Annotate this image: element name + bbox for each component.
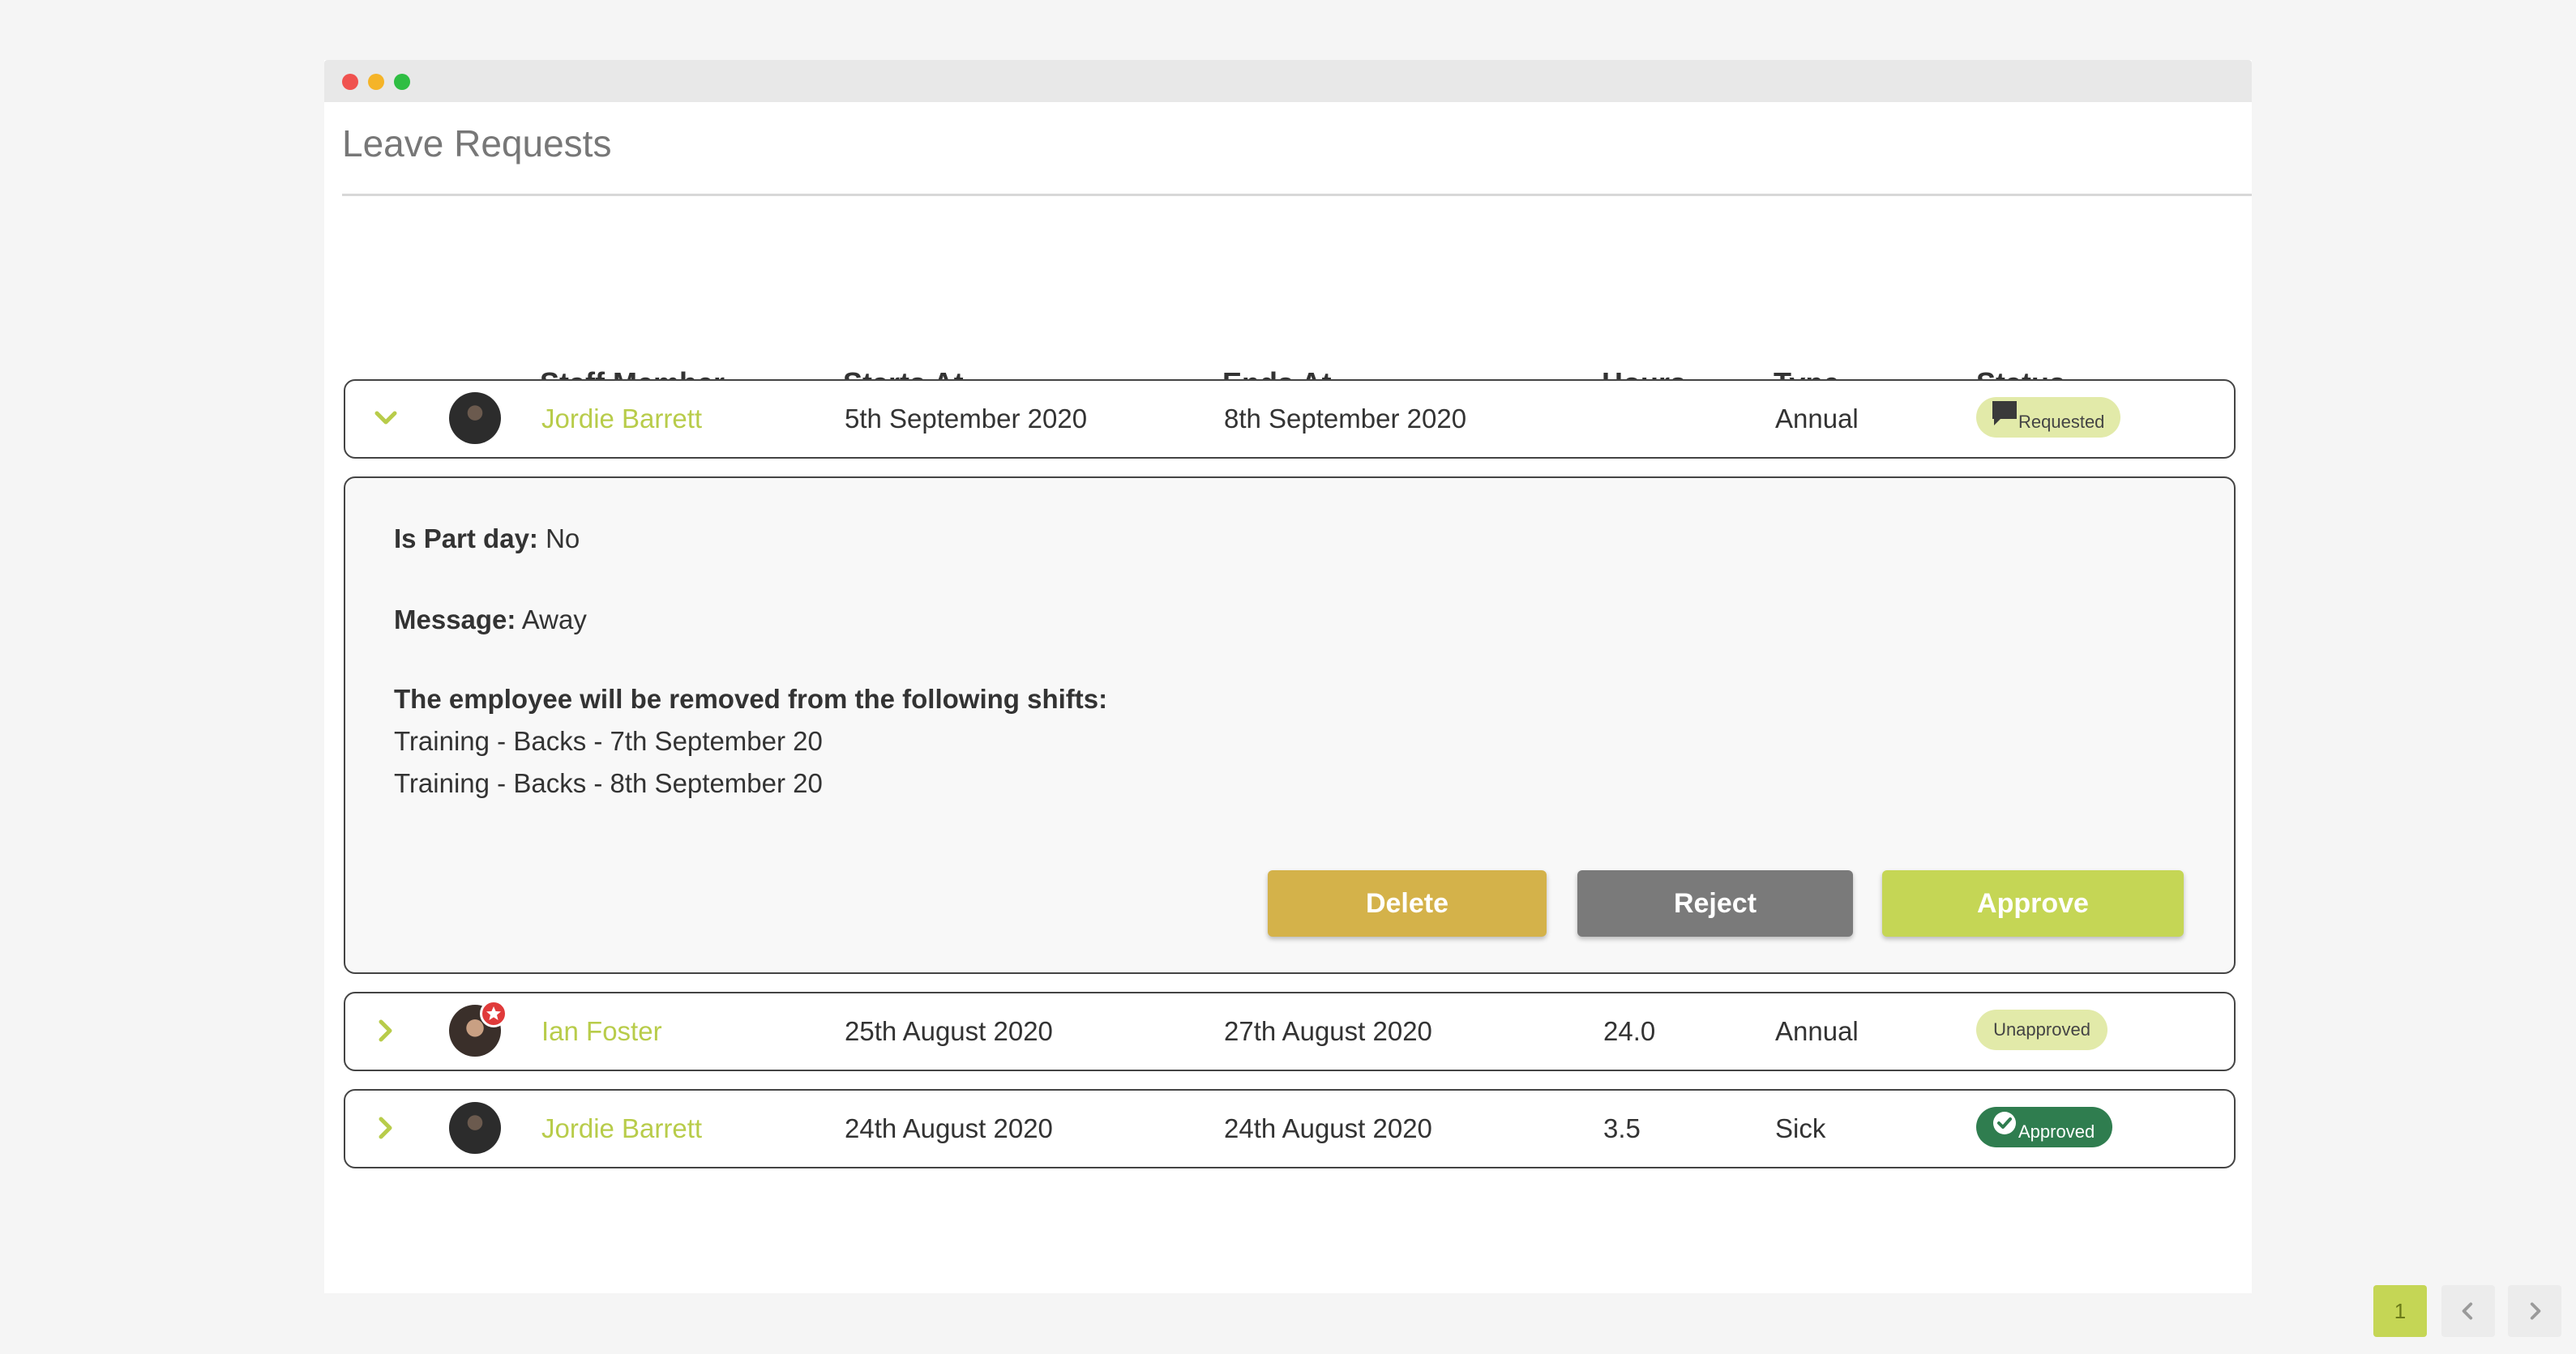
minimize-window-button[interactable] [368,74,384,90]
check-circle-icon [1993,1112,2016,1134]
shifts-heading-text: The employee will be removed from the fo… [394,684,1108,714]
hours-value: 3.5 [1603,1113,1641,1143]
hours-value: 24.0 [1603,1016,1656,1046]
star-icon [480,1000,507,1027]
app-window: Leave Requests Staff Member Starts At En… [324,60,2561,1337]
speech-bubble-icon [1992,401,2017,425]
message-label: Message: [394,604,516,634]
window-titlebar [324,60,2252,102]
shift-item: Training - Backs - 8th September 20 [394,768,823,798]
part-day-label: Is Part day: [394,523,538,553]
avatar [449,392,501,444]
request-detail-panel: Is Part day: No Message: Away The employ… [344,476,2236,974]
ends-at-value: 24th August 2020 [1224,1113,1432,1143]
table-row[interactable]: Jordie Barrett 24th August 2020 24th Aug… [344,1089,2236,1168]
status-text: Unapproved [1993,1019,2090,1040]
status-badge: Approved [1976,1107,2112,1147]
chevron-right-icon[interactable] [373,1018,399,1044]
approve-button[interactable]: Approve [1882,870,2184,937]
table-row[interactable]: Ian Foster 25th August 2020 27th August … [344,992,2236,1071]
maximize-window-button[interactable] [394,74,410,90]
type-value: Annual [1775,404,1859,434]
shift-item: Training - Backs - 7th September 20 [394,726,823,756]
ends-at-value: 8th September 2020 [1224,404,1467,434]
starts-at-value: 25th August 2020 [845,1016,1053,1046]
message-line: Message: Away [394,604,587,635]
chevron-right-icon [2530,1302,2541,1320]
status-badge: Unapproved [1976,1010,2107,1050]
status-badge: Requested [1976,397,2120,438]
ends-at-value: 27th August 2020 [1224,1016,1432,1046]
starts-at-value: 24th August 2020 [845,1113,1053,1143]
close-window-button[interactable] [342,74,358,90]
avatar [449,1102,501,1154]
delete-button[interactable]: Delete [1268,870,1547,937]
staff-name-link[interactable]: Jordie Barrett [541,1091,702,1167]
pagination-prev-button[interactable] [2441,1285,2495,1337]
staff-name-link[interactable]: Ian Foster [541,993,662,1070]
avatar [449,1000,507,1057]
part-day-line: Is Part day: No [394,523,580,554]
pagination-page-button[interactable]: 1 [2373,1285,2427,1337]
status-text: Approved [2018,1121,2095,1142]
message-value: Away [521,604,587,634]
pagination-next-button[interactable] [2508,1285,2561,1337]
type-value: Annual [1775,1016,1859,1046]
page-title: Leave Requests [342,122,612,164]
type-value: Sick [1775,1113,1826,1143]
shifts-heading: The employee will be removed from the fo… [394,684,1107,715]
part-day-value: No [546,523,580,553]
chevron-left-icon [2462,1302,2473,1320]
reject-button[interactable]: Reject [1577,870,1853,937]
starts-at-value: 5th September 2020 [845,404,1088,434]
title-divider [342,194,2252,196]
chevron-right-icon[interactable] [373,1115,399,1141]
chevron-down-icon[interactable] [373,405,399,431]
table-row[interactable]: Jordie Barrett 5th September 2020 8th Se… [344,379,2236,459]
staff-name-link[interactable]: Jordie Barrett [541,381,702,457]
status-text: Requested [2018,412,2105,432]
